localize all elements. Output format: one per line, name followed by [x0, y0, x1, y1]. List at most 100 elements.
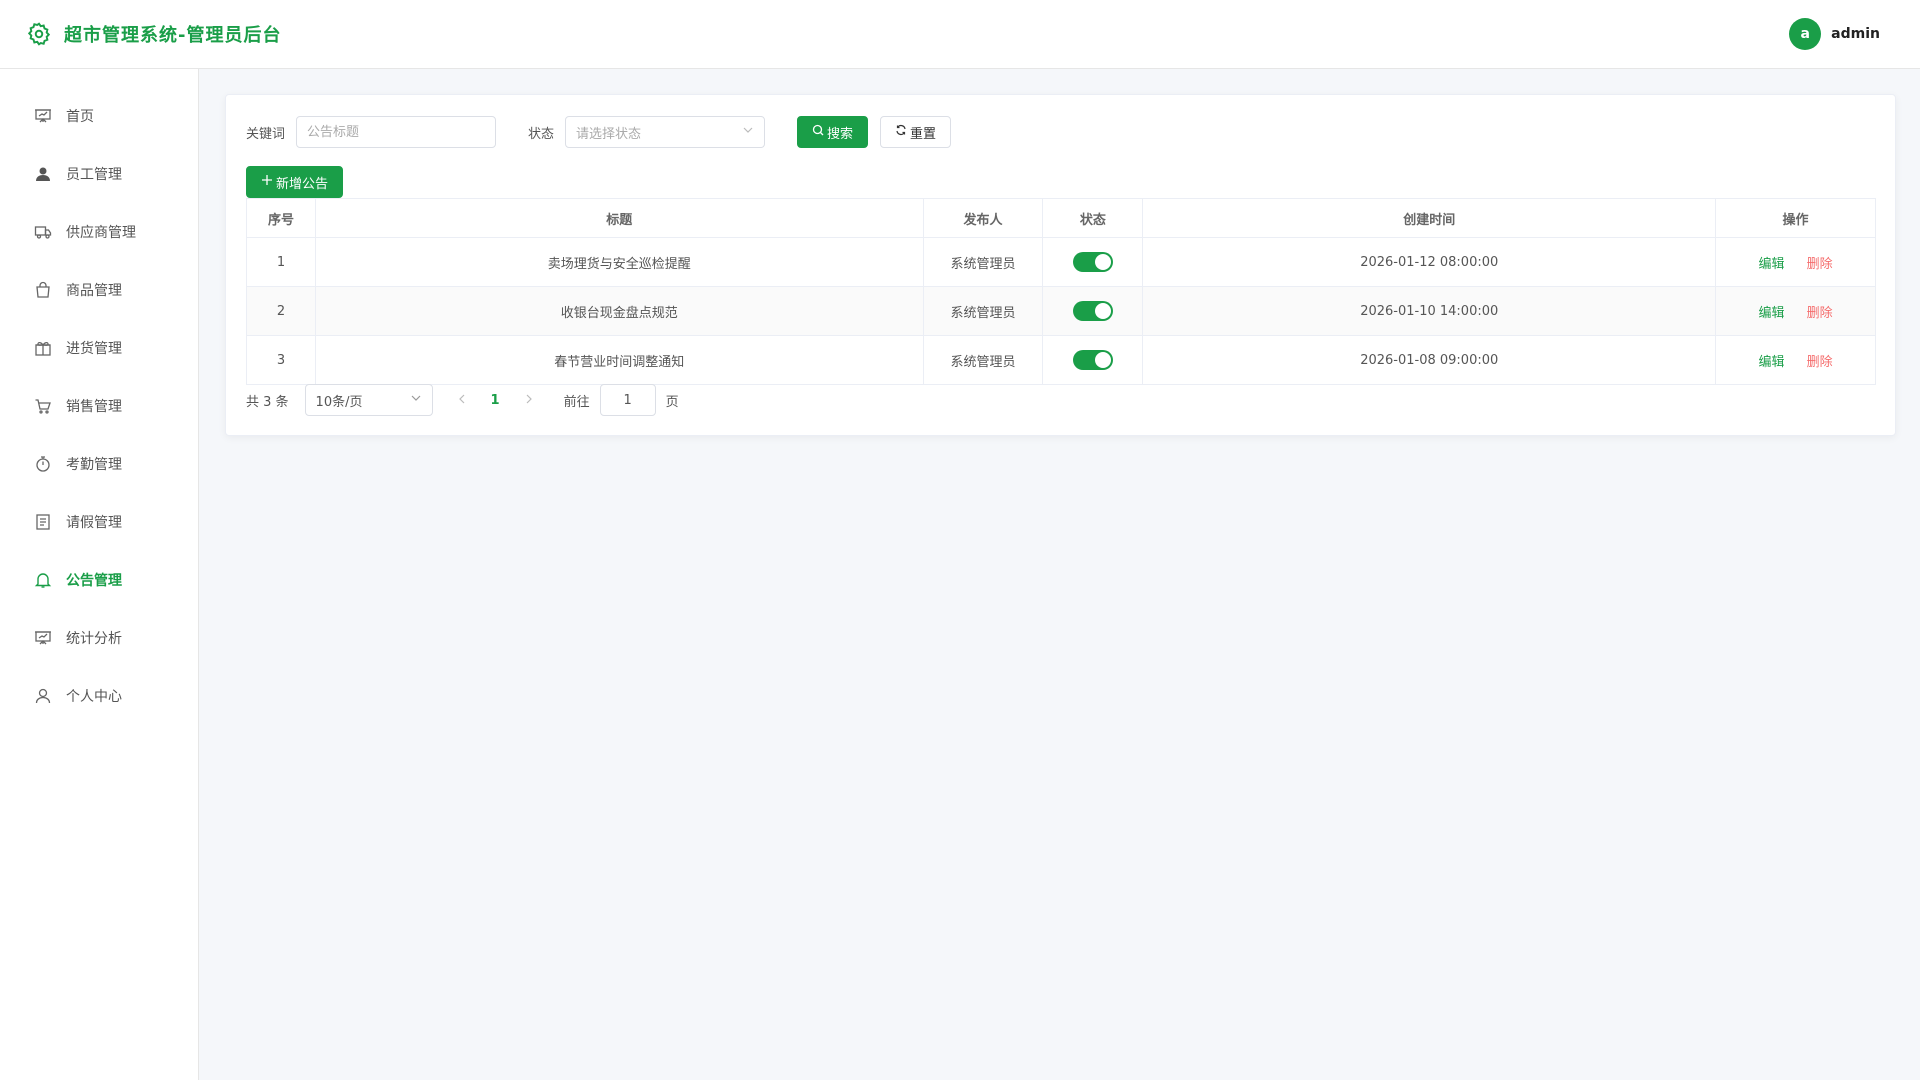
add-button-label: 新增公告 — [276, 176, 329, 192]
reset-button[interactable]: 重置 — [880, 116, 952, 148]
sidebar-item-home[interactable]: 首页 — [0, 87, 198, 145]
column-header: 操作 — [1715, 198, 1876, 238]
sidebar-item-purchasing[interactable]: 进货管理 — [0, 319, 198, 377]
plus-icon — [261, 174, 273, 190]
sidebar-item-label: 公告管理 — [66, 573, 122, 589]
announcement-panel: 关键词 状态 请选择状态 搜索 重置 新增公告 — [225, 94, 1896, 436]
sidebar-item-label: 供应商管理 — [66, 225, 136, 241]
sidebar: 首页 员工管理 供应商管理 商品管理 进货管理 销售管理 考勤管理 请假管理 公… — [0, 69, 199, 1080]
row-title: 春节营业时间调整通知 — [314, 335, 924, 385]
goto-label: 前往 — [563, 394, 590, 410]
chevron-down-icon — [742, 124, 754, 140]
delete-link[interactable]: 删除 — [1807, 257, 1833, 272]
chevron-left-icon — [458, 394, 464, 404]
table-row: 1 卖场理货与安全巡检提醒 系统管理员 2026-01-12 08:00:00 … — [246, 237, 1876, 287]
user-menu[interactable]: a admin — [1789, 18, 1880, 50]
total-count: 共 3 条 — [246, 394, 289, 410]
truck-icon — [34, 223, 52, 241]
pagination: 共 3 条 10条/页 1 前往 页 — [246, 384, 679, 416]
sidebar-item-label: 请假管理 — [66, 515, 122, 531]
avatar[interactable]: a — [1789, 18, 1822, 50]
row-publisher: 系统管理员 — [922, 237, 1044, 287]
edit-link[interactable]: 编辑 — [1758, 355, 1784, 370]
row-publisher: 系统管理员 — [922, 286, 1044, 336]
reset-button-label: 重置 — [910, 126, 937, 142]
user-filled-icon — [34, 165, 52, 183]
gift-box-icon — [34, 339, 52, 357]
row-title: 卖场理货与安全巡检提醒 — [314, 237, 924, 287]
sidebar-item-statistics[interactable]: 统计分析 — [0, 609, 198, 667]
sidebar-item-products[interactable]: 商品管理 — [0, 261, 198, 319]
row-publisher: 系统管理员 — [922, 335, 1044, 385]
row-status-cell — [1042, 286, 1144, 336]
page-number[interactable]: 1 — [491, 393, 500, 408]
next-page-button[interactable] — [524, 392, 534, 408]
username[interactable]: admin — [1831, 26, 1880, 42]
edit-link[interactable]: 编辑 — [1758, 306, 1784, 321]
gear-icon — [26, 21, 52, 47]
refresh-icon — [895, 124, 907, 140]
table-row: 3 春节营业时间调整通知 系统管理员 2026-01-08 09:00:00 编… — [246, 335, 1876, 385]
sidebar-item-label: 销售管理 — [66, 399, 122, 415]
announcement-table: 序号 标题 发布人 状态 创建时间 操作 1 卖场理货与安全巡检提醒 系统管理员… — [246, 198, 1876, 385]
status-select-placeholder: 请选择状态 — [576, 126, 642, 142]
bell-icon — [34, 571, 52, 589]
status-select[interactable]: 请选择状态 — [565, 116, 766, 148]
sidebar-item-attendance[interactable]: 考勤管理 — [0, 435, 198, 493]
page-size-select[interactable]: 10条/页 — [304, 384, 433, 416]
row-status-cell — [1042, 237, 1144, 287]
page-size-value: 10条/页 — [315, 394, 363, 410]
prev-page-button[interactable] — [457, 392, 467, 408]
column-header: 创建时间 — [1142, 198, 1717, 238]
row-created: 2026-01-10 14:00:00 — [1142, 286, 1717, 336]
row-index: 3 — [246, 335, 316, 385]
goto-page-input[interactable] — [599, 384, 656, 416]
column-header: 标题 — [314, 198, 924, 238]
sidebar-item-profile[interactable]: 个人中心 — [0, 667, 198, 725]
sidebar-item-label: 首页 — [66, 109, 94, 125]
row-index: 1 — [246, 237, 316, 287]
add-announcement-button[interactable]: 新增公告 — [246, 166, 344, 198]
top-header: 超市管理系统-管理员后台 a admin — [0, 0, 1920, 69]
cart-icon — [34, 397, 52, 415]
table-header-row: 序号 标题 发布人 状态 创建时间 操作 — [246, 198, 1876, 238]
filter-bar: 关键词 状态 请选择状态 搜索 重置 — [246, 116, 952, 148]
row-actions: 编辑 删除 — [1715, 286, 1876, 336]
keyword-input[interactable] — [296, 116, 497, 148]
app-title: 超市管理系统-管理员后台 — [64, 25, 282, 46]
stopwatch-icon — [34, 455, 52, 473]
search-button[interactable]: 搜索 — [797, 116, 869, 148]
sidebar-item-suppliers[interactable]: 供应商管理 — [0, 203, 198, 261]
sidebar-item-announcements[interactable]: 公告管理 — [0, 551, 198, 609]
row-actions: 编辑 删除 — [1715, 335, 1876, 385]
row-index: 2 — [246, 286, 316, 336]
sidebar-item-label: 进货管理 — [66, 341, 122, 357]
status-toggle[interactable] — [1072, 350, 1113, 370]
edit-link[interactable]: 编辑 — [1758, 257, 1784, 272]
sidebar-item-sales[interactable]: 销售管理 — [0, 377, 198, 435]
sidebar-item-leave[interactable]: 请假管理 — [0, 493, 198, 551]
row-actions: 编辑 删除 — [1715, 237, 1876, 287]
document-icon — [34, 513, 52, 531]
search-icon — [812, 124, 824, 140]
sidebar-item-label: 个人中心 — [66, 689, 122, 705]
delete-link[interactable]: 删除 — [1807, 306, 1833, 321]
status-toggle[interactable] — [1072, 252, 1113, 272]
table-row: 2 收银台现金盘点规范 系统管理员 2026-01-10 14:00:00 编辑… — [246, 286, 1876, 336]
column-header: 序号 — [246, 198, 316, 238]
search-button-label: 搜索 — [827, 126, 854, 142]
row-created: 2026-01-12 08:00:00 — [1142, 237, 1717, 287]
row-title: 收银台现金盘点规范 — [314, 286, 924, 336]
page-suffix: 页 — [665, 394, 679, 410]
row-created: 2026-01-08 09:00:00 — [1142, 335, 1717, 385]
sidebar-item-staff[interactable]: 员工管理 — [0, 145, 198, 203]
sidebar-item-label: 商品管理 — [66, 283, 122, 299]
user-icon — [34, 687, 52, 705]
delete-link[interactable]: 删除 — [1807, 355, 1833, 370]
status-toggle[interactable] — [1072, 301, 1113, 321]
brand: 超市管理系统-管理员后台 — [26, 21, 281, 47]
column-header: 状态 — [1042, 198, 1144, 238]
column-header: 发布人 — [922, 198, 1044, 238]
keyword-label: 关键词 — [246, 126, 286, 142]
chevron-down-icon — [410, 392, 422, 408]
